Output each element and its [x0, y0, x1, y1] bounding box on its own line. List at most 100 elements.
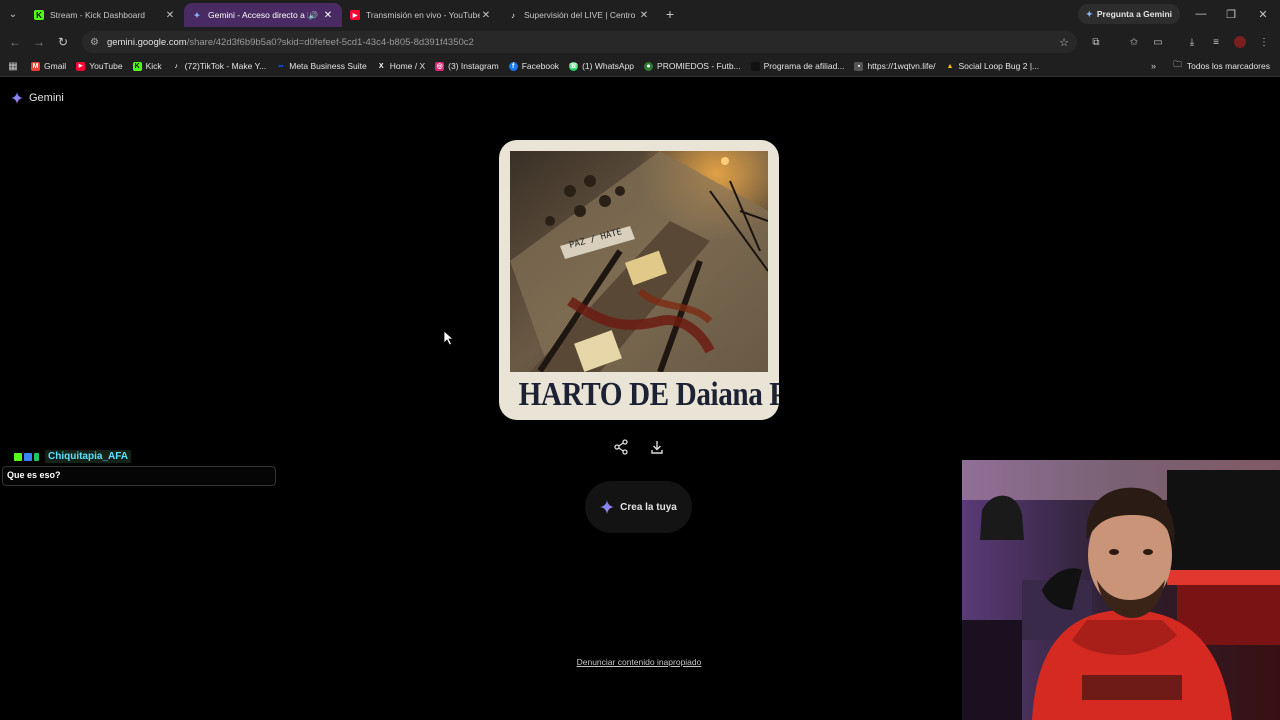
- tab-title: Gemini - Acceso directo a la: [208, 10, 309, 20]
- site-info-icon[interactable]: ⚙: [90, 37, 99, 48]
- favorites-icon[interactable]: ✩: [1124, 32, 1144, 52]
- mixer-photo: PAZ / HATE: [510, 151, 768, 372]
- close-window-button[interactable]: ✕: [1248, 0, 1278, 28]
- bookmark-1wqtvn[interactable]: ▪ https://1wqtvn.life/: [849, 61, 940, 71]
- folder-icon: 🗀: [1173, 59, 1182, 69]
- tab-kick-dashboard[interactable]: K Stream - Kick Dashboard ✕: [26, 3, 184, 27]
- tiktok-icon: ♪: [174, 62, 178, 70]
- chat-message: Que es eso?: [2, 466, 276, 486]
- speaker-icon[interactable]: 🔊: [308, 11, 318, 20]
- moderator-badge-icon: [34, 452, 39, 461]
- all-bookmarks-button[interactable]: 🗀 Todos los marcadores: [1173, 59, 1270, 73]
- close-icon[interactable]: ✕: [638, 10, 650, 21]
- webcam-feed: [962, 460, 1280, 720]
- ask-gemini-label: Pregunta a Gemini: [1096, 9, 1172, 19]
- bookmark-x[interactable]: X Home / X: [372, 61, 430, 71]
- bookmark-label: Kick: [145, 61, 162, 71]
- close-icon[interactable]: ✕: [480, 10, 492, 21]
- bookmark-afiliados[interactable]: Programa de afiliad...: [746, 61, 850, 71]
- bookmark-youtube[interactable]: ▶ YouTube: [71, 61, 127, 71]
- page-icon: ▪: [854, 61, 864, 71]
- bookmark-facebook[interactable]: f Facebook: [504, 61, 564, 71]
- mouse-cursor-icon: [443, 330, 455, 346]
- all-bookmarks-label: Todos los marcadores: [1186, 61, 1270, 71]
- bookmark-label: Meta Business Suite: [289, 61, 367, 71]
- instagram-icon: ◎: [435, 61, 445, 71]
- bookmark-whatsapp[interactable]: ☏ (1) WhatsApp: [564, 61, 639, 71]
- browser-toolbar: ← → ↻ ⚙ gemini.google.com/share/42d3f6b9…: [0, 28, 1280, 56]
- bookmark-label: PROMIEDOS - Futb...: [657, 61, 741, 71]
- bookmarks-bar: ▦ M Gmail ▶ YouTube K Kick ♪ (72)TikTok - Ma…: [0, 56, 1280, 77]
- bookmark-kick[interactable]: K Kick: [128, 61, 167, 71]
- bookmark-label: (1) WhatsApp: [582, 61, 635, 71]
- restore-button[interactable]: ❐: [1216, 0, 1246, 28]
- tab-youtube-live[interactable]: ▶ Transmisión en vivo - YouTube ✕: [342, 3, 500, 27]
- close-icon[interactable]: ✕: [322, 10, 334, 21]
- url-host: gemini.google.com: [106, 36, 187, 48]
- whatsapp-icon: ☏: [569, 61, 579, 71]
- brand-label: Gemini: [29, 92, 64, 104]
- bookmark-label: https://1wqtvn.life/: [867, 61, 936, 71]
- kick-icon: K: [34, 10, 44, 20]
- bookmark-star-icon[interactable]: ☆: [1059, 36, 1069, 49]
- x-icon: X: [378, 62, 384, 70]
- bookmark-tiktok[interactable]: ♪ (72)TikTok - Make Y...: [167, 61, 272, 71]
- gemini-icon: [11, 92, 23, 104]
- tab-title: Transmisión en vivo - YouTube: [366, 10, 480, 20]
- chat-username-row: Chiquitapia_AFA: [14, 450, 276, 463]
- minimize-button[interactable]: —: [1186, 0, 1216, 28]
- page-icon: [750, 61, 760, 71]
- tab-strip: ⌄ K Stream - Kick Dashboard ✕ ✦ Gemini -…: [0, 0, 1280, 28]
- apps-icon[interactable]: ▦: [0, 61, 26, 72]
- create-label: Crea la tuya: [620, 501, 677, 513]
- download-icon[interactable]: ⤓: [1182, 32, 1202, 52]
- close-icon[interactable]: ✕: [164, 10, 176, 21]
- back-button[interactable]: ←: [3, 30, 27, 54]
- shared-image-card: PAZ / HATE HARTO DE Daiana Paz: [499, 140, 779, 420]
- new-tab-button[interactable]: +: [658, 6, 682, 22]
- ask-gemini-button[interactable]: ✦ Pregunta a Gemini: [1077, 4, 1180, 24]
- cast-icon[interactable]: ▭: [1148, 32, 1168, 52]
- bookmark-label: Programa de afiliad...: [763, 61, 845, 71]
- bookmark-label: (72)TikTok - Make Y...: [184, 61, 267, 71]
- bookmark-label: Facebook: [521, 61, 560, 71]
- bookmark-meta[interactable]: ∞ Meta Business Suite: [271, 61, 371, 71]
- gmail-icon: M: [31, 61, 40, 71]
- bookmark-label: Social Loop Bug 2 |...: [958, 61, 1040, 71]
- more-bookmarks-icon[interactable]: »: [1151, 61, 1156, 71]
- card-headline: HARTO DE Daiana Paz: [518, 376, 779, 413]
- kick-icon: K: [132, 61, 142, 71]
- reading-list-icon[interactable]: ≡: [1206, 32, 1226, 52]
- reload-button[interactable]: ↻: [51, 30, 75, 54]
- bookmark-label: Home / X: [389, 61, 426, 71]
- forward-button[interactable]: →: [27, 30, 51, 54]
- drive-icon: ▲: [946, 62, 954, 70]
- tab-title: Supervisión del LIVE | Centro LIVE: [524, 10, 638, 20]
- bookmark-label: (3) Instagram: [448, 61, 499, 71]
- tab-title: Stream - Kick Dashboard: [50, 10, 145, 20]
- profile-avatar[interactable]: [1230, 32, 1250, 52]
- meta-icon: ∞: [278, 62, 284, 70]
- image-actions: [612, 438, 666, 456]
- tab-search-icon[interactable]: ⌄: [0, 0, 26, 28]
- stream-chat-overlay: Chiquitapia_AFA Que es eso?: [2, 450, 276, 486]
- download-icon[interactable]: [648, 438, 666, 456]
- gemini-logo[interactable]: Gemini: [11, 92, 64, 104]
- address-bar[interactable]: ⚙ gemini.google.com/share/42d3f6b9b5a0?s…: [82, 31, 1077, 53]
- bookmark-promiedos[interactable]: ● PROMIEDOS - Futb...: [639, 61, 746, 71]
- bookmark-instagram[interactable]: ◎ (3) Instagram: [430, 61, 504, 71]
- menu-icon[interactable]: ⋮: [1254, 32, 1274, 52]
- tiktok-icon: ♪: [511, 10, 515, 20]
- extensions-icon[interactable]: ⧉: [1086, 32, 1106, 52]
- share-icon[interactable]: [612, 438, 630, 456]
- tab-tiktok-live[interactable]: ♪ Supervisión del LIVE | Centro LIVE ✕: [500, 3, 658, 27]
- tab-gemini[interactable]: ✦ Gemini - Acceso directo a la 🔊 ✕: [184, 3, 342, 27]
- gemini-icon: [600, 500, 615, 514]
- youtube-icon: ▶: [76, 61, 86, 71]
- bookmark-gmail[interactable]: M Gmail: [26, 61, 71, 71]
- bookmark-social-loop[interactable]: ▲ Social Loop Bug 2 |...: [940, 61, 1044, 71]
- create-your-own-button[interactable]: Crea la tuya: [585, 481, 692, 533]
- kick-badge-icon: [14, 452, 22, 461]
- gemini-icon: ✦: [1085, 8, 1093, 19]
- url-path: /share/42d3f6b9b5a0?skid=d0fefeef-5cd1-4…: [186, 36, 474, 48]
